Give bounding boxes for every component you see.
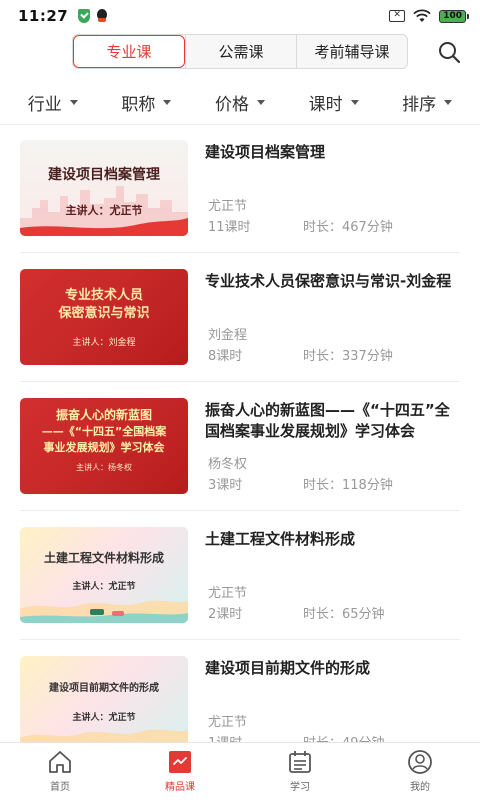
- caret-down-icon: [256, 99, 265, 105]
- system-icons: ✕ 100: [389, 9, 469, 23]
- tab-professional-courses[interactable]: 专业课: [73, 35, 185, 68]
- course-type-tabs: 专业课 公需课 考前辅导课: [72, 34, 408, 69]
- thumbnail-lecturer: 主讲人：尤正节: [72, 713, 136, 723]
- nav-label: 首页: [50, 782, 70, 793]
- tab-public-courses[interactable]: 公需课: [185, 35, 296, 68]
- course-duration: 时长：118分钟: [303, 478, 393, 493]
- battery-icon: 100: [439, 9, 469, 23]
- calendar-list-icon: [289, 751, 311, 773]
- course-teacher: 尤正节: [208, 715, 248, 730]
- thumbnail-title: 事业发展规划》学习体会: [43, 441, 165, 454]
- course-hours: 2课时: [208, 607, 243, 622]
- thumbnail-lecturer: 主讲人：刘金程: [72, 338, 136, 348]
- course-teacher: 刘金程: [208, 328, 248, 343]
- filter-price[interactable]: 价格: [215, 90, 265, 115]
- course-teacher: 杨冬权: [208, 457, 248, 472]
- filter-label: 价格: [214, 94, 249, 115]
- course-duration: 时长：65分钟: [303, 607, 385, 622]
- filter-label: 行业: [27, 94, 62, 115]
- notification-icons: [78, 9, 108, 23]
- thumbnail-title: 建设项目前期文件的形成: [49, 683, 159, 694]
- caret-down-icon: [444, 99, 453, 105]
- course-card[interactable]: 土建工程文件材料形成 主讲人：尤正节 土建工程文件材料形成 尤正节 2课时 时长…: [0, 527, 480, 656]
- course-duration: 时长：467分钟: [303, 220, 393, 235]
- search-icon[interactable]: [437, 40, 461, 64]
- divider: [20, 510, 460, 511]
- course-duration: 时长：337分钟: [303, 349, 393, 364]
- course-icon: [169, 751, 191, 773]
- course-teacher: 尤正节: [208, 586, 248, 601]
- course-meta: 11课时 时长：467分钟: [208, 216, 393, 235]
- home-icon: [49, 751, 71, 773]
- landscape-graphic: [20, 600, 188, 623]
- course-title: 土建工程文件材料形成: [205, 530, 356, 548]
- course-hours: 11课时: [208, 220, 251, 235]
- bottom-nav: 首页 精品课 学习 我的: [0, 742, 480, 800]
- nav-home[interactable]: 首页: [0, 743, 120, 800]
- course-title: 专业技术人员保密意识与常识-刘金程: [205, 272, 452, 290]
- close-box-icon: ✕: [389, 10, 406, 22]
- course-thumbnail: 建设项目前期文件的形成 主讲人：尤正节: [20, 656, 188, 752]
- nav-profile[interactable]: 我的: [360, 743, 480, 800]
- nav-study[interactable]: 学习: [240, 743, 360, 800]
- filter-bar: 行业 职称 价格 课时 排序: [0, 88, 480, 116]
- wifi-icon: [413, 9, 431, 22]
- course-thumbnail: 振奋人心的新蓝图 ——《“十四五”全国档案 事业发展规划》学习体会 主讲人：杨冬…: [20, 398, 188, 494]
- caret-down-icon: [350, 99, 359, 105]
- thumbnail-title: 土建工程文件材料形成: [43, 551, 164, 565]
- thumbnail-lecturer: 主讲人：尤正节: [72, 582, 136, 592]
- thumbnail-title: ——《“十四五”全国档案: [41, 425, 167, 438]
- course-meta: 8课时 时长：337分钟: [208, 345, 393, 364]
- tab-exam-tutoring-courses[interactable]: 考前辅导课: [296, 35, 407, 68]
- thumbnail-title: 专业技术人员: [64, 288, 143, 303]
- qq-penguin-icon: [96, 9, 108, 23]
- caret-down-icon: [69, 99, 78, 105]
- course-title: 建设项目前期文件的形成: [205, 659, 371, 677]
- filter-sort[interactable]: 排序: [402, 90, 453, 115]
- thumbnail-title: 振奋人心的新蓝图: [55, 408, 152, 422]
- nav-premium-courses[interactable]: 精品课: [120, 743, 240, 800]
- nav-label: 我的: [410, 782, 430, 793]
- course-card[interactable]: 专业技术人员 保密意识与常识 主讲人：刘金程 专业技术人员保密意识与常识-刘金程…: [0, 269, 480, 398]
- course-thumbnail: 土建工程文件材料形成 主讲人：尤正节: [20, 527, 188, 623]
- divider: [20, 639, 460, 640]
- filter-hours[interactable]: 课时: [309, 90, 359, 115]
- course-card[interactable]: 振奋人心的新蓝图 ——《“十四五”全国档案 事业发展规划》学习体会 主讲人：杨冬…: [0, 398, 480, 527]
- thumbnail-lecturer: 主讲人：杨冬权: [76, 463, 132, 472]
- nav-label: 学习: [290, 782, 310, 793]
- course-thumbnail: 建设项目档案管理 主讲人：尤正节: [20, 140, 188, 236]
- filter-label: 课时: [308, 94, 343, 115]
- course-hours: 3课时: [208, 478, 243, 493]
- filter-title-rank[interactable]: 职称: [121, 90, 172, 115]
- course-thumbnail: 专业技术人员 保密意识与常识 主讲人：刘金程: [20, 269, 188, 365]
- filter-industry[interactable]: 行业: [28, 90, 78, 115]
- caret-down-icon: [163, 99, 172, 105]
- divider: [0, 124, 480, 125]
- status-bar: 11:27 ✕ 100: [0, 0, 480, 32]
- divider: [20, 252, 460, 253]
- status-time: 11:27: [18, 7, 69, 25]
- thumbnail-title: 建设项目档案管理: [48, 167, 160, 183]
- course-card[interactable]: 建设项目档案管理 主讲人：尤正节 建设项目档案管理 尤正节 11课时 时长：46…: [0, 140, 480, 269]
- filter-label: 排序: [402, 94, 437, 115]
- profile-icon: [408, 750, 432, 774]
- course-title: 建设项目档案管理: [205, 143, 326, 161]
- course-teacher: 尤正节: [208, 199, 248, 214]
- course-meta: 2课时 时长：65分钟: [208, 603, 385, 622]
- thumbnail-title: 保密意识与常识: [58, 306, 150, 321]
- course-meta: 3课时 时长：118分钟: [208, 474, 393, 493]
- course-hours: 8课时: [208, 349, 243, 364]
- thumbnail-lecturer: 主讲人：尤正节: [65, 204, 143, 217]
- divider: [20, 381, 460, 382]
- course-list: 建设项目档案管理 主讲人：尤正节 建设项目档案管理 尤正节 11课时 时长：46…: [0, 140, 480, 785]
- filter-label: 职称: [121, 94, 156, 115]
- shield-check-icon: [78, 9, 91, 23]
- nav-label: 精品课: [165, 782, 195, 793]
- course-title: 振奋人心的新蓝图——《“十四五”全国档案事业发展规划》学习体会: [205, 401, 450, 440]
